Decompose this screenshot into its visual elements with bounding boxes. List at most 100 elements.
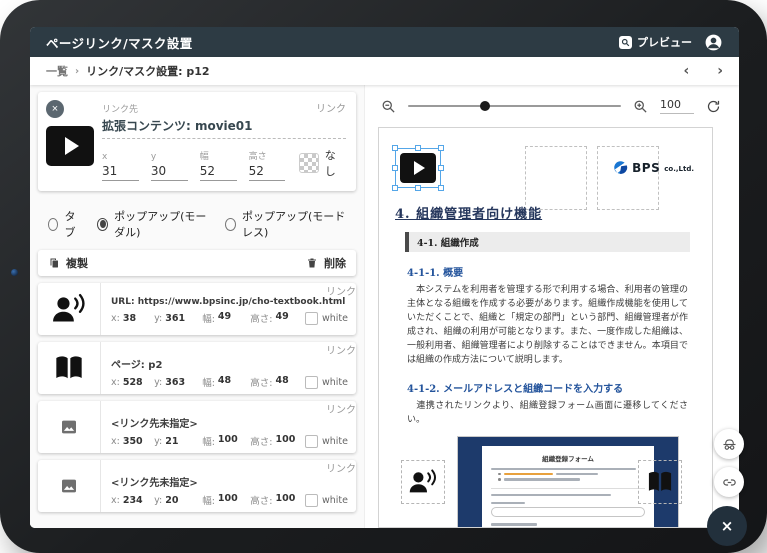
preview-panel: 100 BPS co.,Ltd. 4. 組織管理者向け機能 4-1. 組織作成 …: [364, 85, 739, 528]
breadcrumb: 一覧 › リンク/マスク設置: p12 ‹ ›: [30, 57, 739, 85]
mask-transparent-swatch[interactable]: [299, 153, 319, 173]
radio-popup-modal[interactable]: ポップアップ(モーダル): [97, 208, 209, 240]
book-icon: [648, 471, 672, 491]
link-list-item-url[interactable]: リンク URL: https://www.bpsinc.jp/cho-textb…: [38, 283, 356, 335]
destination-value[interactable]: 拡張コンテンツ: movie01: [102, 117, 346, 139]
close-icon[interactable]: ×: [46, 100, 64, 118]
document-page[interactable]: BPS co.,Ltd. 4. 組織管理者向け機能 4-1. 組織作成 4-1-…: [378, 127, 713, 528]
link-item-title: <リンク先未指定>: [111, 478, 198, 489]
radio-popup-modeless[interactable]: ポップアップ(モードレス): [225, 208, 346, 240]
link-list-item-page[interactable]: リンク ページ: p2 x: 528 y: 363 幅: 48 高さ: 48 white: [38, 342, 356, 394]
mask-none-label: なし: [324, 149, 336, 178]
x-field[interactable]: 31: [102, 164, 139, 181]
delete-button[interactable]: 削除: [306, 255, 346, 271]
zoom-toolbar: 100: [381, 93, 721, 119]
tablet-frame: ページリンク/マスク設置 プレビュー 一覧 › リンク/マスク設置: p12 ‹…: [0, 0, 767, 553]
zoom-out-icon[interactable]: [381, 99, 396, 114]
open-mode-radios: タブ ポップアップ(モーダル) ポップアップ(モードレス): [38, 199, 356, 250]
page-link-region[interactable]: [638, 459, 682, 504]
zoom-in-icon[interactable]: [633, 99, 648, 114]
next-page-button[interactable]: ›: [717, 64, 723, 78]
width-field[interactable]: 52: [199, 164, 237, 181]
link-item-title: ページ: p2: [111, 360, 163, 371]
form-email-input: [491, 506, 645, 518]
left-panel: × リンク リンク先 拡張コンテンツ: movie01 x 31 y 30 幅: [30, 85, 364, 528]
form-label-line: [491, 501, 525, 504]
link-type-badge: リンク: [326, 346, 356, 357]
slider-thumb[interactable]: [480, 101, 491, 111]
zoom-slider[interactable]: [408, 101, 621, 111]
form-bullet-line: [498, 478, 645, 481]
doc-subheading-1: 4-1-1. 概要: [407, 268, 464, 279]
y-field[interactable]: 30: [150, 164, 188, 181]
doc-heading: 4. 組織管理者向け機能: [395, 207, 543, 222]
link-item-title: <リンク先未指定>: [111, 419, 198, 430]
form-text-line: [491, 493, 612, 496]
breadcrumb-current: リンク/マスク設置: p12: [86, 65, 210, 78]
form-label-line: [491, 523, 538, 526]
link-type-badge: リンク: [326, 464, 356, 475]
form-divider: [491, 487, 645, 489]
link-type-badge: リンク: [316, 104, 346, 115]
copy-icon: [50, 258, 58, 268]
selected-video-link[interactable]: [392, 145, 444, 191]
form-title: 組織登録フォーム: [542, 454, 594, 463]
trash-icon: [308, 258, 316, 268]
doc-section-bar: 4-1. 組織作成: [405, 232, 690, 252]
link-editor-card: × リンク リンク先 拡張コンテンツ: movie01 x 31 y 30 幅: [38, 92, 356, 191]
link-type-badge: リンク: [326, 287, 356, 298]
breadcrumb-separator: ›: [75, 65, 80, 77]
item-actions-bar: 複製 削除: [38, 250, 356, 276]
link-type-badge: リンク: [326, 405, 356, 416]
incognito-mask-icon: [722, 438, 736, 450]
close-panel-button[interactable]: ×: [707, 506, 747, 546]
account-icon[interactable]: [704, 33, 723, 52]
audio-link-region[interactable]: [401, 459, 445, 504]
bps-logo-icon: [614, 161, 628, 174]
prev-page-button[interactable]: ‹: [683, 64, 689, 78]
image-icon: [38, 460, 101, 512]
refresh-icon[interactable]: [706, 99, 721, 114]
height-label: 高さ: [248, 152, 267, 162]
video-play-icon[interactable]: [46, 126, 94, 166]
bps-logo: BPS co.,Ltd.: [613, 160, 694, 175]
y-label: y: [150, 152, 157, 162]
radio-circle-selected-icon: [97, 217, 109, 231]
preview-button[interactable]: プレビュー: [619, 34, 692, 50]
radio-circle-icon: [48, 217, 59, 231]
breadcrumb-root[interactable]: 一覧: [46, 63, 68, 79]
white-checkbox[interactable]: [304, 493, 318, 507]
destination-label: リンク先: [102, 105, 139, 115]
white-checkbox[interactable]: [304, 434, 318, 448]
video-play-icon[interactable]: [400, 153, 436, 183]
radio-circle-icon: [225, 217, 237, 231]
white-label: white: [321, 312, 348, 324]
white-label: white: [321, 435, 348, 447]
mask-region-placeholder[interactable]: [597, 146, 659, 210]
mask-tool-button[interactable]: [714, 429, 744, 459]
app-bar: ページリンク/マスク設置 プレビュー: [30, 27, 739, 57]
white-label: white: [321, 376, 348, 388]
duplicate-button[interactable]: 複製: [48, 255, 88, 271]
link-tool-button[interactable]: [714, 467, 744, 497]
preview-magnifier-icon: [619, 35, 632, 49]
link-icon: [722, 478, 736, 486]
radio-tab[interactable]: タブ: [48, 208, 81, 240]
height-field[interactable]: 52: [248, 164, 286, 181]
page-title: ページリンク/マスク設置: [46, 35, 193, 51]
speaker-person-icon: [38, 283, 101, 335]
doc-paragraph-2: 連携されたリンクより、組織登録フォーム画面に遷移してください。: [407, 400, 688, 425]
app-screen: ページリンク/マスク設置 プレビュー 一覧 › リンク/マスク設置: p12 ‹…: [30, 27, 739, 528]
width-label: 幅: [199, 152, 209, 162]
link-list-item-unassigned[interactable]: リンク <リンク先未指定> x: 350 y: 21 幅: 100 高さ: 100 wh…: [38, 401, 356, 453]
white-checkbox[interactable]: [304, 375, 318, 389]
white-checkbox[interactable]: [304, 311, 318, 325]
white-label: white: [321, 494, 348, 506]
link-list-item-unassigned[interactable]: リンク <リンク先未指定> x: 234 y: 20 幅: 100 高さ: 100 wh…: [38, 460, 356, 512]
camera-dot: [11, 269, 18, 276]
x-label: x: [102, 152, 108, 162]
mask-region-placeholder[interactable]: [525, 146, 587, 210]
form-bullet-line: [498, 472, 645, 476]
form-text-line: [491, 467, 636, 470]
zoom-value-input[interactable]: 100: [660, 98, 694, 114]
